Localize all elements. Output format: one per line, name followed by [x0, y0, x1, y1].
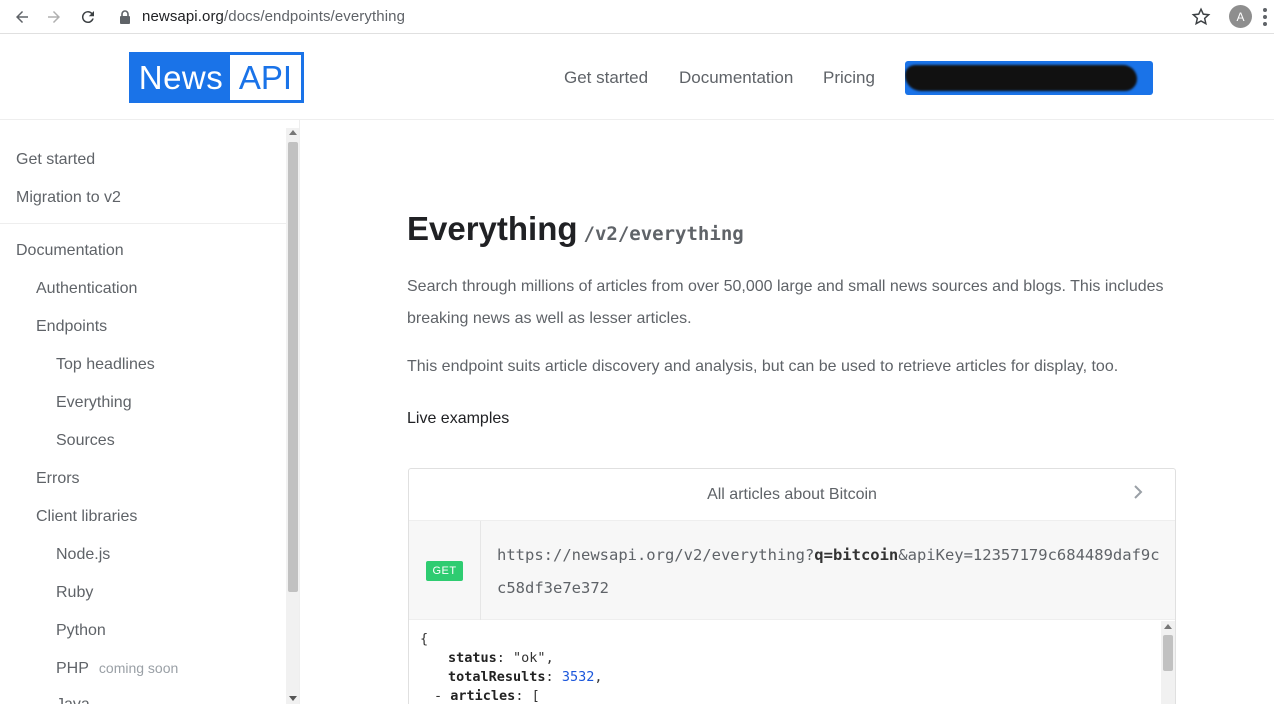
logo-api: API: [230, 55, 301, 100]
json-status-line: status: "ok",: [448, 650, 554, 666]
example-title: All articles about Bitcoin: [707, 486, 877, 503]
profile-avatar[interactable]: A: [1229, 5, 1252, 28]
json-key-articles: articles: [450, 688, 516, 704]
scroll-down-arrow-icon[interactable]: [289, 696, 297, 701]
logo-news: News: [132, 55, 230, 100]
url-path: /docs/endpoints/everything: [223, 8, 406, 25]
url-prefix: https://newsapi.org/v2/everything?: [497, 546, 815, 564]
get-method-badge: GET: [426, 561, 463, 581]
description-paragraph-2: This endpoint suits article discovery an…: [407, 358, 1119, 375]
redaction-scribble: [905, 65, 1137, 91]
forward-arrow-icon[interactable]: [42, 5, 66, 29]
json-open-brace: {: [420, 631, 429, 647]
sidebar-item-documentation[interactable]: Documentation: [16, 242, 124, 260]
json-value-status: "ok": [513, 650, 546, 666]
page-title-text: Everything: [407, 210, 578, 247]
sidebar-item-php[interactable]: PHP coming soon: [56, 660, 178, 678]
live-example-card: All articles about Bitcoin GET https://n…: [408, 468, 1176, 704]
chevron-right-icon[interactable]: [1133, 485, 1143, 499]
sidebar-item-migration[interactable]: Migration to v2: [16, 189, 121, 207]
url-query: q=bitcoin: [814, 546, 899, 564]
sidebar-divider: [0, 223, 286, 224]
live-examples-heading: Live examples: [407, 410, 510, 427]
url-host: newsapi.org: [142, 8, 224, 25]
nav-get-started[interactable]: Get started: [564, 68, 648, 88]
nav-pricing[interactable]: Pricing: [823, 68, 875, 88]
request-url[interactable]: https://newsapi.org/v2/everything?q=bitc…: [497, 539, 1165, 605]
sidebar-item-sources[interactable]: Sources: [56, 432, 115, 450]
page-title: Everything/v2/everything: [407, 210, 744, 248]
browser-toolbar: newsapi.org/docs/endpoints/everything A: [0, 0, 1274, 34]
sidebar-scroll-thumb[interactable]: [288, 142, 298, 592]
sidebar-item-everything[interactable]: Everything: [56, 394, 132, 412]
sidebar-item-ruby[interactable]: Ruby: [56, 584, 93, 602]
coming-soon-badge: coming soon: [98, 660, 179, 676]
sidebar-scrollbar[interactable]: [286, 128, 299, 704]
json-response: { status: "ok", totalResults: 3532, - ar…: [409, 621, 1175, 704]
example-header[interactable]: All articles about Bitcoin: [409, 469, 1175, 521]
json-value-total: 3532: [561, 669, 595, 685]
endpoint-path: /v2/everything: [583, 223, 744, 245]
json-articles-line: - articles: [: [434, 688, 540, 704]
response-scroll-up-icon[interactable]: [1164, 624, 1172, 629]
response-scrollbar[interactable]: [1161, 621, 1175, 704]
response-scroll-thumb[interactable]: [1163, 635, 1173, 671]
account-button-redacted[interactable]: [905, 61, 1153, 95]
json-articles-open: [: [531, 688, 540, 704]
menu-dots-icon[interactable]: [1262, 8, 1268, 26]
method-column: GET: [409, 521, 481, 620]
back-arrow-icon[interactable]: [10, 5, 34, 29]
json-collapse-toggle[interactable]: -: [434, 688, 442, 704]
address-bar[interactable]: newsapi.org/docs/endpoints/everything: [142, 8, 405, 25]
sidebar-item-php-label: PHP: [56, 660, 89, 677]
nav-documentation[interactable]: Documentation: [679, 68, 793, 88]
request-row: GET https://newsapi.org/v2/everything?q=…: [409, 521, 1175, 620]
lock-icon[interactable]: [118, 9, 132, 25]
docs-sidebar: Get started Migration to v2 Documentatio…: [0, 120, 300, 704]
sidebar-item-python[interactable]: Python: [56, 622, 106, 640]
sidebar-item-client-libraries[interactable]: Client libraries: [36, 508, 137, 526]
sidebar-item-errors[interactable]: Errors: [36, 470, 80, 488]
newsapi-logo[interactable]: News API: [129, 52, 304, 103]
star-icon[interactable]: [1190, 6, 1212, 28]
sidebar-item-java[interactable]: Java: [56, 696, 90, 704]
json-key-status: status: [448, 650, 497, 666]
sidebar-item-nodejs[interactable]: Node.js: [56, 546, 110, 564]
sidebar-item-endpoints[interactable]: Endpoints: [36, 318, 107, 336]
json-total-line: totalResults: 3532,: [448, 669, 603, 685]
description-paragraph-1: Search through millions of articles from…: [407, 278, 1164, 327]
sidebar-item-authentication[interactable]: Authentication: [36, 280, 137, 298]
sidebar-item-top-headlines[interactable]: Top headlines: [56, 356, 155, 374]
sidebar-item-get-started[interactable]: Get started: [16, 151, 95, 169]
scroll-up-arrow-icon[interactable]: [289, 130, 297, 135]
json-key-total: totalResults: [448, 669, 546, 685]
site-header: News API Get started Documentation Prici…: [0, 35, 1274, 120]
reload-icon[interactable]: [76, 5, 100, 29]
